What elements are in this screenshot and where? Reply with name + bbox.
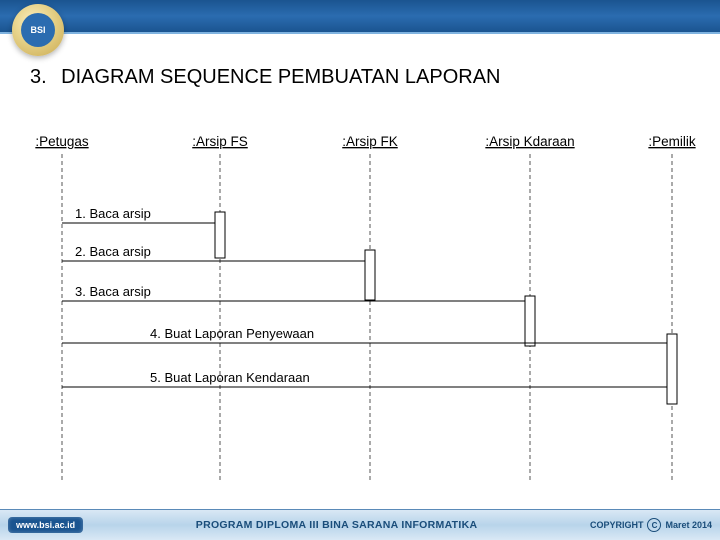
activation-fk bbox=[365, 250, 375, 300]
participant-arsip-fs: :Arsip FS bbox=[192, 134, 248, 149]
copyright-label: COPYRIGHT bbox=[590, 520, 644, 530]
participant-pemilik: :Pemilik bbox=[648, 134, 696, 149]
footer-url: www.bsi.ac.id bbox=[8, 517, 83, 533]
msg-2-label: 2. Baca arsip bbox=[75, 244, 151, 259]
footer-program: PROGRAM DIPLOMA III BINA SARANA INFORMAT… bbox=[196, 519, 478, 531]
copyright-date: Maret 2014 bbox=[665, 520, 712, 530]
msg-3-label: 3. Baca arsip bbox=[75, 284, 151, 299]
activation-pemilik bbox=[667, 334, 677, 404]
footer-bar: www.bsi.ac.id PROGRAM DIPLOMA III BINA S… bbox=[0, 509, 720, 540]
msg-5-label: 5. Buat Laporan Kendaraan bbox=[150, 370, 310, 385]
activation-fs bbox=[215, 212, 225, 258]
top-border bbox=[0, 0, 720, 32]
participant-arsip-kd: :Arsip Kdaraan bbox=[485, 134, 574, 149]
participant-arsip-fk: :Arsip FK bbox=[342, 134, 398, 149]
title-number: 3. bbox=[30, 66, 47, 88]
participant-petugas: :Petugas bbox=[35, 134, 89, 149]
logo-badge: BSI bbox=[12, 4, 64, 56]
footer-copyright: COPYRIGHT C Maret 2014 bbox=[590, 518, 712, 532]
sequence-diagram: :Petugas :Arsip FS :Arsip FK :Arsip Kdar… bbox=[0, 100, 720, 500]
logo-abbr: BSI bbox=[21, 13, 55, 47]
diagram-title: 3. DIAGRAM SEQUENCE PEMBUATAN LAPORAN bbox=[30, 66, 690, 89]
msg-4-label: 4. Buat Laporan Penyewaan bbox=[150, 326, 314, 341]
msg-1-label: 1. Baca arsip bbox=[75, 206, 151, 221]
title-text: DIAGRAM SEQUENCE PEMBUATAN LAPORAN bbox=[61, 66, 500, 88]
copyright-icon: C bbox=[647, 518, 661, 532]
activation-kd bbox=[525, 296, 535, 346]
